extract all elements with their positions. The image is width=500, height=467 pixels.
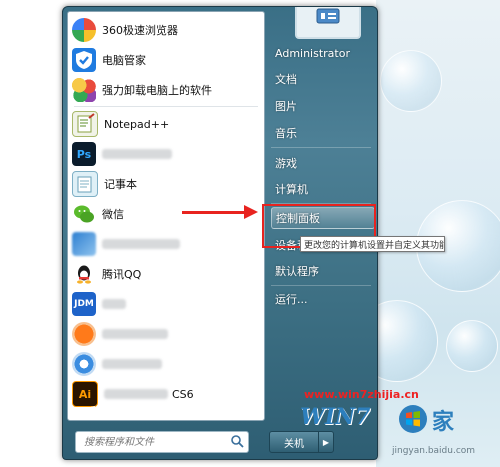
menu-item-music[interactable]: 音乐 (271, 123, 373, 143)
watermark-url: www.win7zhijia.cn (304, 388, 419, 401)
annotation-arrow (182, 211, 248, 214)
360-browser-icon (72, 18, 96, 42)
watermark-jingyan: jingyan.baidu.com (392, 446, 476, 456)
uninstaller-icon (72, 78, 96, 102)
bubble-decoration (380, 50, 442, 112)
program-label: 微信 (102, 208, 124, 221)
notepad-icon (72, 171, 98, 197)
all-programs-label: 所有程序 (89, 405, 134, 418)
blurred-label (102, 329, 168, 339)
program-item[interactable]: Ps (72, 140, 260, 168)
program-label: 360极速浏览器 (102, 24, 178, 37)
annotation-arrowhead (244, 205, 258, 219)
menu-item-computer[interactable]: 计算机 (271, 179, 373, 199)
programs-panel: 360极速浏览器 电脑管家 强力卸载电脑上的软件 Notepad++ Ps 记事… (67, 11, 265, 421)
photoshop-icon: Ps (72, 142, 96, 166)
pc-manager-icon (72, 48, 96, 72)
blurred-label (102, 149, 172, 159)
tooltip: 更改您的计算机设置并自定义其功能 (300, 236, 445, 252)
divider (74, 106, 258, 107)
search-input[interactable] (82, 432, 226, 452)
program-label: Notepad++ (104, 117, 170, 131)
menu-item-pictures[interactable]: 图片 (271, 96, 373, 116)
shutdown-button[interactable]: 关机 (269, 431, 319, 453)
qq-icon (72, 262, 96, 286)
program-item[interactable]: 记事本 (72, 170, 260, 198)
shutdown-options-button[interactable]: ▶ (318, 431, 334, 453)
program-label: 电脑管家 (102, 54, 146, 67)
divider (271, 147, 371, 148)
notepad-plus-plus-icon (72, 111, 98, 137)
blurred-label (102, 299, 126, 309)
program-item[interactable]: 360极速浏览器 (72, 16, 260, 44)
search-box[interactable] (75, 431, 249, 453)
program-label: 腾讯QQ (102, 268, 142, 281)
program-item[interactable]: 强力卸载电脑上的软件 (72, 76, 260, 104)
bubble-decoration (446, 320, 498, 372)
menu-item-run[interactable]: 运行... (271, 289, 373, 309)
program-item[interactable]: 微信 (72, 200, 260, 228)
divider (271, 285, 371, 286)
chevron-right-icon: ▶ (322, 437, 330, 447)
watermark-brand: WIN7 (300, 404, 371, 430)
jdm-icon: JDM (72, 292, 96, 316)
program-item[interactable]: 腾讯QQ (72, 260, 260, 288)
menu-item-default-programs[interactable]: 默认程序 (271, 261, 373, 281)
blurred-label (102, 239, 180, 249)
user-picture[interactable] (295, 7, 361, 39)
program-item[interactable] (72, 320, 260, 348)
program-item[interactable]: 电脑管家 (72, 46, 260, 74)
blurred-label (104, 389, 168, 399)
menu-item-documents[interactable]: 文档 (271, 69, 373, 89)
program-label: 强力卸载电脑上的软件 (102, 84, 212, 97)
program-label: CS6 (172, 387, 194, 401)
program-item[interactable] (72, 350, 260, 378)
menu-item-games[interactable]: 游戏 (271, 153, 373, 173)
blurred-app-icon (72, 232, 96, 256)
program-item[interactable] (72, 230, 260, 258)
program-item[interactable]: Notepad++ (72, 110, 260, 138)
windows-logo-icon (399, 405, 427, 433)
all-programs-button[interactable]: ▶ 所有程序 (73, 403, 134, 419)
wechat-icon (72, 202, 96, 226)
user-name[interactable]: Administrator (271, 43, 373, 63)
triangle-right-icon: ▶ (73, 406, 80, 416)
search-icon[interactable] (230, 434, 244, 448)
blue-app-icon (72, 352, 96, 376)
blurred-label (102, 359, 162, 369)
orange-app-icon (72, 322, 96, 346)
program-item[interactable]: JDM (72, 290, 260, 318)
watermark-suffix: 家 (432, 410, 455, 435)
program-label: 记事本 (104, 178, 137, 191)
